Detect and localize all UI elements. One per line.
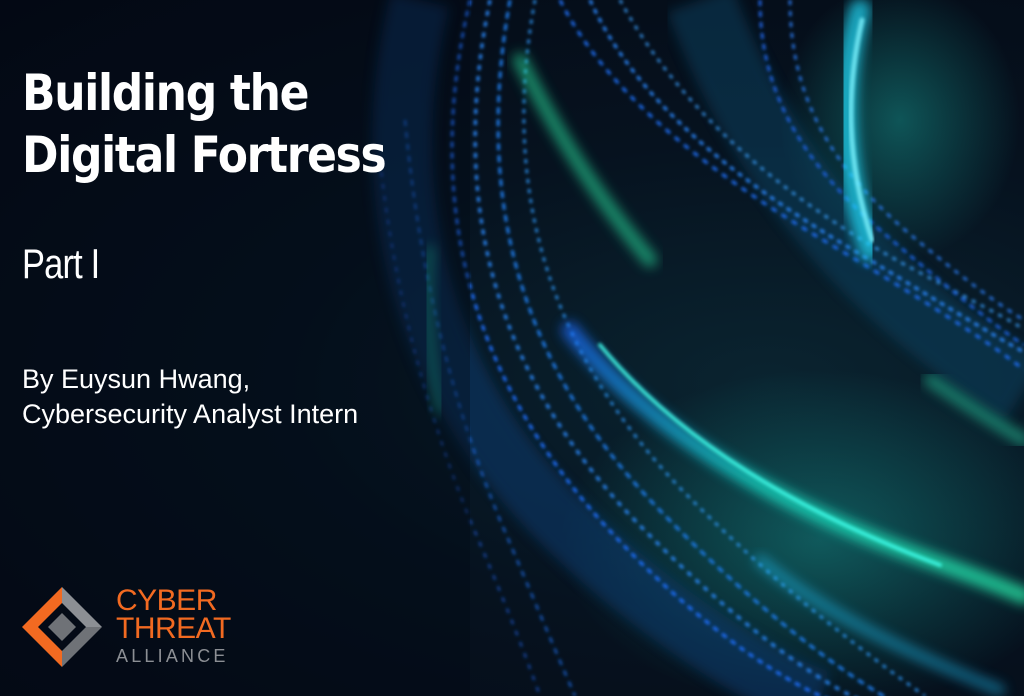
title-line-1: Building the <box>22 64 309 122</box>
byline-author: By Euysun Hwang, <box>22 364 251 394</box>
cyber-threat-alliance-logo: CYBER THREAT ALLIANCE <box>20 584 250 668</box>
title-line-2: Digital Fortress <box>22 126 387 184</box>
logo-line-cyber: CYBER <box>116 584 217 617</box>
author-byline: By Euysun Hwang, Cybersecurity Analyst I… <box>22 362 358 432</box>
page-title: Building the Digital Fortress <box>22 62 427 186</box>
logo-line-threat: THREAT <box>116 612 231 645</box>
subtitle-part: Part I <box>22 240 100 287</box>
logo-line-alliance: ALLIANCE <box>116 646 229 666</box>
logo-wordmark: CYBER THREAT ALLIANCE <box>116 584 231 668</box>
hero-banner: Building the Digital Fortress Part I By … <box>0 0 1024 696</box>
byline-role: Cybersecurity Analyst Intern <box>22 399 359 429</box>
diamond-logo-icon <box>22 587 102 667</box>
